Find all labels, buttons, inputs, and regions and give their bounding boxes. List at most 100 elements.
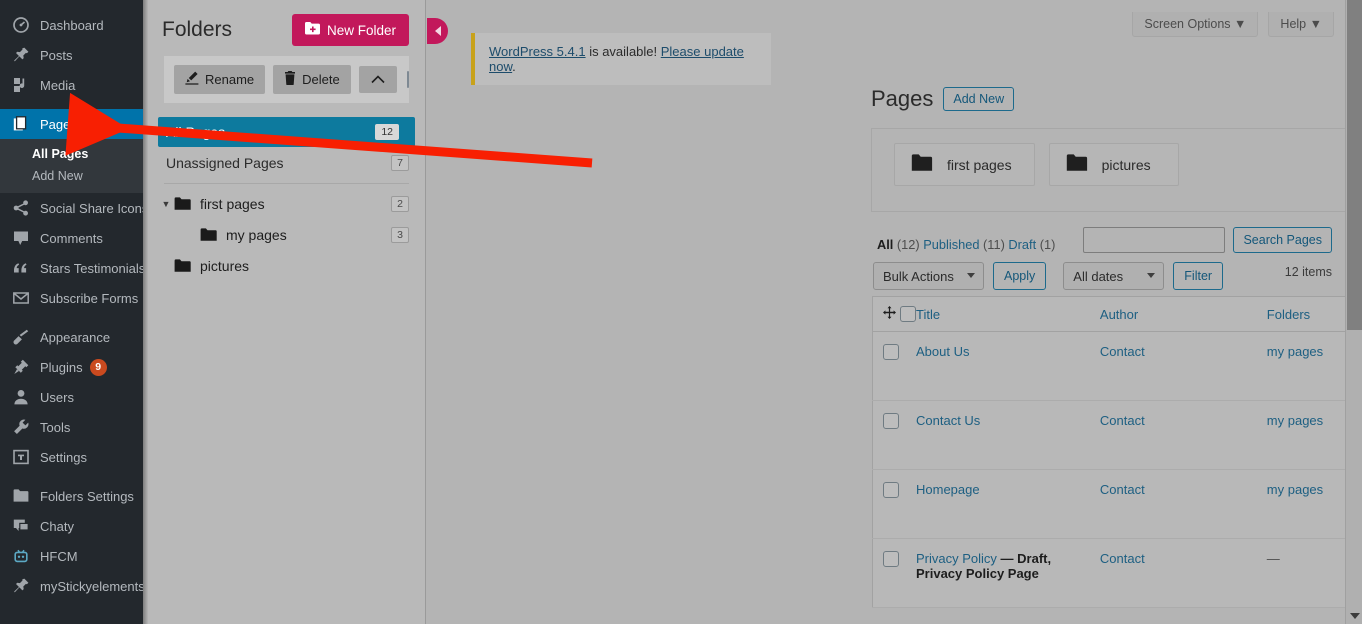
- status-filter-count: (12): [896, 237, 920, 252]
- folder-chip-pictures[interactable]: pictures: [1048, 143, 1179, 186]
- move-icon[interactable]: [883, 306, 896, 322]
- folder-tree-label: first pages: [200, 195, 265, 212]
- sidebar-item-stars-testimonials[interactable]: Stars Testimonials: [0, 253, 143, 283]
- sidebar-item-label: Appearance: [40, 329, 111, 345]
- folders-select-all-checkbox[interactable]: [406, 71, 409, 88]
- main-content: Screen Options ▼ Help ▼ WordPress 5.4.1 …: [427, 0, 1362, 624]
- sidebar-item-label: Dashboard: [40, 17, 104, 33]
- row-author-link[interactable]: Contact: [1100, 413, 1145, 428]
- sidebar-item-hfcm[interactable]: HFCM: [0, 541, 143, 571]
- sidebar-separator: [0, 472, 143, 481]
- search-input[interactable]: [1083, 227, 1226, 253]
- table-header-row: Title Author Folders Date: [872, 296, 1362, 332]
- folders-quick-rows: All Pages 12 Unassigned Pages 7: [148, 117, 425, 179]
- folder-row-all-pages[interactable]: All Pages 12: [158, 117, 415, 147]
- add-new-button[interactable]: Add New: [943, 87, 1015, 111]
- sidebar-item-settings[interactable]: Settings: [0, 442, 143, 472]
- collapse-left-icon: [434, 26, 441, 36]
- row-checkbox[interactable]: [883, 551, 899, 567]
- bulk-actions-select[interactable]: Bulk Actions: [873, 262, 984, 290]
- sidebar-item-subscribe-forms[interactable]: Subscribe Forms: [0, 283, 143, 313]
- wordpress-version-link[interactable]: WordPress 5.4.1: [489, 44, 586, 59]
- sidebar-item-social-share-icons[interactable]: Social Share Icons: [0, 193, 143, 223]
- notice-middle-text: is available!: [585, 44, 661, 59]
- status-filter-draft[interactable]: Draft: [1008, 237, 1036, 252]
- folder-row-unassigned-pages[interactable]: Unassigned Pages 7: [148, 147, 425, 179]
- sidebar-item-appearance[interactable]: Appearance: [0, 322, 143, 352]
- chat-icon: [10, 516, 32, 536]
- scroll-down-arrow-icon[interactable]: [1350, 613, 1360, 619]
- th-title[interactable]: Title: [916, 296, 1100, 332]
- row-folder-link[interactable]: my pages: [1267, 482, 1323, 497]
- screen-options-button[interactable]: Screen Options ▼: [1132, 12, 1259, 37]
- sidebar-item-dashboard[interactable]: Dashboard: [0, 10, 143, 40]
- help-button[interactable]: Help ▼: [1268, 12, 1334, 37]
- admin-sidebar: Dashboard Posts Media Pages All Pages Add New…: [0, 0, 143, 624]
- status-filter-all[interactable]: All: [877, 237, 893, 252]
- chevron-down-icon: ▼: [1234, 17, 1247, 31]
- sidebar-item-plugins[interactable]: Plugins 9: [0, 352, 143, 382]
- delete-button[interactable]: Delete: [273, 65, 351, 94]
- table-row[interactable]: Contact UsContactmy pages—Published2020/…: [872, 400, 1362, 470]
- search-pages-button[interactable]: Search Pages: [1233, 227, 1332, 253]
- folder-tree-item-first-pages[interactable]: ▼ first pages 2: [148, 188, 425, 219]
- filter-button[interactable]: Filter: [1173, 262, 1224, 290]
- row-author-link[interactable]: Contact: [1100, 551, 1145, 566]
- row-checkbox[interactable]: [883, 413, 899, 429]
- submenu-item-all-pages[interactable]: All Pages: [0, 143, 143, 165]
- folder-tree-count: 2: [391, 195, 409, 212]
- delete-label: Delete: [302, 72, 340, 87]
- sidebar-item-folders-settings[interactable]: Folders Settings: [0, 481, 143, 511]
- sidebar-item-posts[interactable]: Posts: [0, 40, 143, 70]
- rename-button[interactable]: Rename: [174, 65, 266, 94]
- sidebar-item-mystickyelements[interactable]: myStickyelements: [0, 571, 143, 601]
- collapse-folders-button[interactable]: [358, 66, 397, 93]
- row-title-link[interactable]: Contact Us: [916, 413, 980, 428]
- settings-icon: [10, 447, 32, 467]
- folder-icon: [200, 227, 217, 242]
- page-header: Pages Add New: [871, 86, 1015, 112]
- row-title-link[interactable]: Privacy Policy: [916, 551, 997, 566]
- row-checkbox[interactable]: [883, 344, 899, 360]
- select-all-rows-checkbox[interactable]: [900, 306, 916, 322]
- th-checkbox: [872, 296, 916, 332]
- sidebar-item-tools[interactable]: Tools: [0, 412, 143, 442]
- sidebar-item-media[interactable]: Media: [0, 70, 143, 100]
- row-folder-link[interactable]: my pages: [1267, 344, 1323, 359]
- folder-tree-item-pictures[interactable]: pictures: [148, 250, 425, 281]
- sidebar-separator: [0, 313, 143, 322]
- status-filter-published[interactable]: Published: [923, 237, 979, 252]
- row-folder-link[interactable]: my pages: [1267, 413, 1323, 428]
- row-checkbox[interactable]: [883, 482, 899, 498]
- sidebar-item-comments[interactable]: Comments: [0, 223, 143, 253]
- folder-tree-count: 3: [391, 226, 409, 243]
- row-author-link[interactable]: Contact: [1100, 344, 1145, 359]
- help-label: Help: [1280, 17, 1307, 31]
- row-author-link[interactable]: Contact: [1100, 482, 1145, 497]
- screen-options-label: Screen Options: [1144, 17, 1231, 31]
- chevron-down-icon[interactable]: ▼: [158, 199, 174, 209]
- row-title-link[interactable]: About Us: [916, 344, 969, 359]
- submenu-item-add-new[interactable]: Add New: [0, 165, 143, 187]
- folder-chip-first-pages[interactable]: first pages: [894, 143, 1035, 186]
- new-folder-icon: [304, 22, 320, 38]
- table-row[interactable]: HomepageContactmy pages—Published2020/04…: [872, 469, 1362, 539]
- scrollbar-thumb[interactable]: [1347, 0, 1362, 330]
- sidebar-item-chaty[interactable]: Chaty: [0, 511, 143, 541]
- sidebar-item-label: Comments: [40, 230, 103, 246]
- row-title-cell: Homepage: [916, 469, 1100, 539]
- th-author: Author: [1099, 296, 1267, 332]
- page-scrollbar[interactable]: [1345, 0, 1362, 624]
- table-row[interactable]: Privacy Policy — Draft, Privacy Policy P…: [872, 538, 1362, 608]
- new-folder-button[interactable]: New Folder: [291, 14, 409, 46]
- sidebar-item-users[interactable]: Users: [0, 382, 143, 412]
- date-filter-select[interactable]: All dates: [1063, 262, 1165, 290]
- folder-chips-panel: first pages pictures: [871, 128, 1362, 212]
- sidebar-item-pages[interactable]: Pages: [0, 109, 143, 139]
- row-title-link[interactable]: Homepage: [916, 482, 980, 497]
- apply-button[interactable]: Apply: [993, 262, 1047, 290]
- folder-tree-item-my-pages[interactable]: my pages 3: [148, 219, 425, 250]
- table-row[interactable]: About UsContactmy pages—Published2020/04…: [872, 331, 1362, 401]
- folders-panel-toggle-button[interactable]: [427, 18, 448, 44]
- row-author-cell: Contact: [1099, 400, 1267, 470]
